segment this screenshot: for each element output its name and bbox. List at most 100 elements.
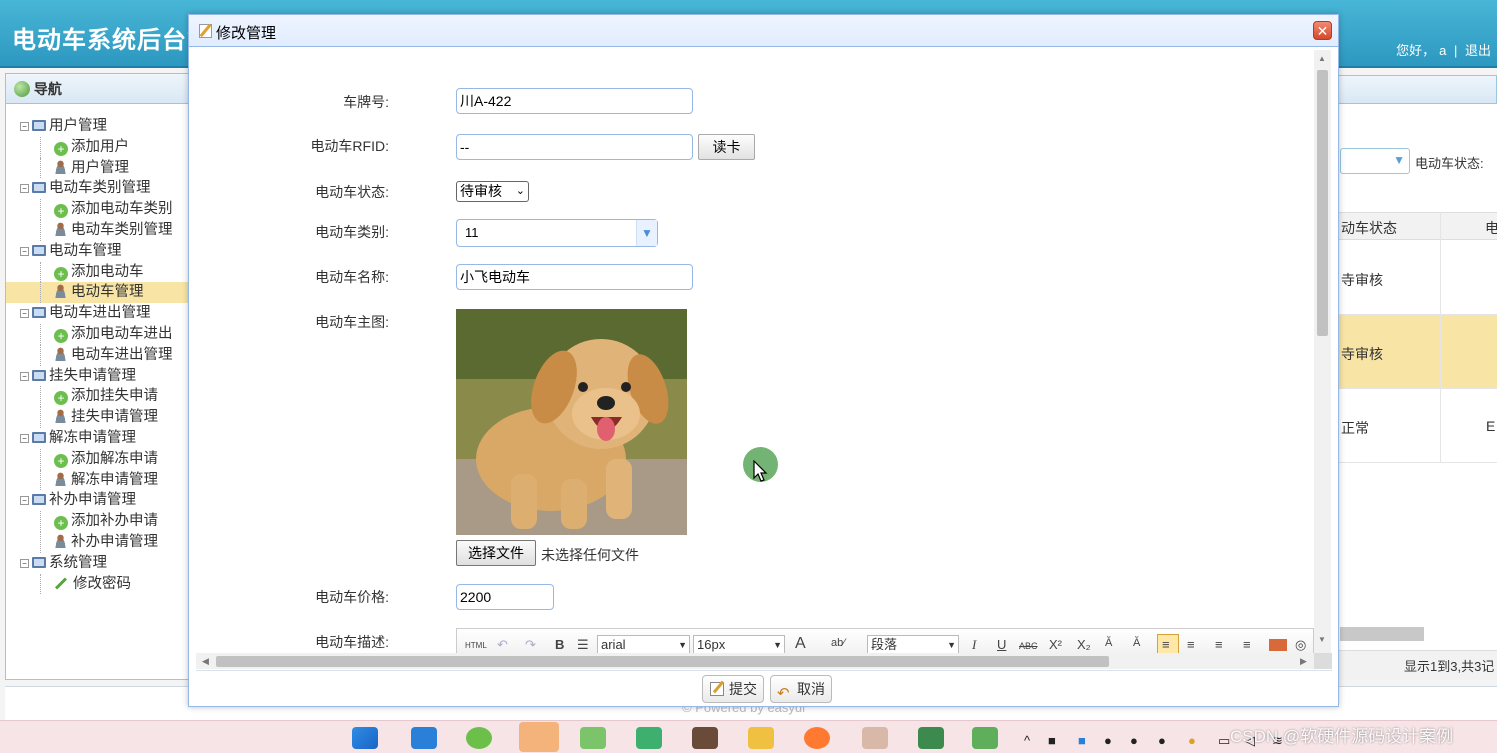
chevron-down-icon[interactable]: ▼ [636, 220, 657, 246]
nav-item[interactable]: 挂失申请管理 [6, 407, 188, 428]
scroll-up-icon[interactable]: ▲ [1318, 54, 1326, 63]
strikethrough-button[interactable]: ABC [1019, 641, 1038, 651]
price-input[interactable]: 2200 [456, 584, 554, 610]
tray-icon[interactable]: ■ [1078, 733, 1086, 748]
nav-item[interactable]: + 添加挂失申请 [6, 386, 188, 408]
font-color-button[interactable]: A [795, 635, 806, 653]
collapse-toggle-icon[interactable]: − [20, 309, 29, 319]
vertical-scroll-thumb[interactable] [1317, 70, 1328, 336]
scroll-right-icon[interactable]: ▶ [1300, 656, 1307, 667]
italic-button[interactable]: I [972, 637, 976, 653]
nav-item[interactable]: + 添加用户 [6, 136, 188, 158]
font-larger-icon[interactable]: Ă [1133, 637, 1140, 649]
app-icon[interactable] [862, 727, 888, 749]
nav-item[interactable]: 用户管理 [6, 157, 188, 179]
nav-item-label: 补办申请管理 [71, 533, 158, 550]
close-icon[interactable]: ✕ [1313, 21, 1332, 40]
app-icon[interactable] [411, 727, 437, 749]
nav-item[interactable]: + 添加补办申请 [6, 511, 188, 532]
name-input[interactable]: 小飞电动车 [456, 264, 693, 290]
nav-group[interactable]: − 补办申请管理 [6, 490, 188, 511]
plate-input[interactable]: 川A-422 [456, 88, 693, 114]
logout-link[interactable]: 退出 [1465, 43, 1491, 58]
app-icon[interactable] [972, 727, 998, 749]
nav-item[interactable]: 解冻申请管理 [6, 469, 188, 491]
filter-select[interactable]: ▼ [1340, 148, 1410, 174]
tray-icon[interactable]: ● [1188, 733, 1196, 748]
scroll-down-icon[interactable]: ▼ [1318, 635, 1326, 644]
align-center-icon[interactable]: ≡ [1187, 637, 1195, 652]
choose-file-button[interactable]: 选择文件 [456, 540, 536, 566]
vertical-scrollbar[interactable]: ▲ ▼ [1314, 50, 1331, 653]
nav-item[interactable]: + 添加电动车 [6, 261, 188, 283]
bold-button[interactable]: B [555, 637, 564, 652]
nav-group[interactable]: − 解冻申请管理 [6, 428, 188, 449]
firefox-icon[interactable] [804, 727, 830, 749]
qq-icon[interactable]: ● [1130, 733, 1138, 748]
horizontal-scrollbar[interactable]: ◀ ▶ [196, 653, 1314, 669]
collapse-toggle-icon[interactable]: − [20, 371, 29, 381]
nav-group[interactable]: − 电动车管理 [6, 241, 188, 262]
nav-item[interactable]: 电动车进出管理 [6, 344, 188, 366]
nav-group[interactable]: − 用户管理 [6, 116, 188, 137]
align-justify-icon[interactable]: ≡ [1243, 637, 1251, 652]
nav-item[interactable]: 补办申请管理 [6, 531, 188, 553]
image-icon[interactable] [1269, 639, 1287, 651]
highlight-icon[interactable]: ab⁄ [831, 637, 845, 649]
tray-icon[interactable]: ■ [1048, 733, 1056, 748]
font-smaller-icon[interactable]: Ă [1105, 637, 1112, 649]
app-icon[interactable] [692, 727, 718, 749]
font-size-select[interactable]: 16px ▼ [693, 635, 785, 655]
collapse-toggle-icon[interactable]: − [20, 433, 29, 443]
font-family-select[interactable]: arial ▼ [597, 635, 690, 655]
column-header-status[interactable]: 动车状态 [1341, 218, 1397, 238]
rfid-input[interactable]: -- [456, 134, 693, 160]
app-icon[interactable] [918, 727, 944, 749]
app-icon[interactable] [636, 727, 662, 749]
superscript-button[interactable]: X² [1049, 637, 1062, 652]
nav-item[interactable]: 电动车类别管理 [6, 219, 188, 241]
collapse-toggle-icon[interactable]: − [20, 122, 29, 131]
nav-item[interactable]: + 添加电动车类别 [6, 199, 188, 220]
category-combobox[interactable]: 11 ▼ [456, 219, 658, 247]
qq-icon[interactable]: ● [1104, 733, 1112, 748]
nav-item[interactable]: + 添加解冻申请 [6, 448, 188, 470]
horizontal-scrollbar-thumb[interactable] [1340, 627, 1424, 641]
collapse-toggle-icon[interactable]: − [20, 246, 29, 256]
nav-group[interactable]: − 电动车类别管理 [6, 178, 188, 199]
cancel-button[interactable]: ↶ 取消 [770, 675, 832, 703]
battery-icon[interactable]: ▭ [1218, 733, 1230, 749]
collapse-toggle-icon[interactable]: − [20, 184, 29, 194]
nav-item[interactable]: 修改密码 [6, 573, 188, 595]
nav-item[interactable]: 电动车管理 [6, 282, 188, 304]
status-select[interactable]: 待审核 ⌄ [456, 181, 529, 202]
more-icon[interactable]: ◎ [1295, 637, 1306, 653]
nav-group[interactable]: − 挂失申请管理 [6, 366, 188, 387]
align-right-icon[interactable]: ≡ [1215, 637, 1223, 652]
browser-icon[interactable] [466, 727, 492, 749]
dialog-titlebar[interactable]: 修改管理 ✕ [189, 15, 1338, 47]
collapse-toggle-icon[interactable]: − [20, 558, 29, 568]
folder-icon[interactable] [748, 727, 774, 749]
redo-icon[interactable]: ↷ [525, 637, 536, 653]
read-card-button[interactable]: 读卡 [698, 134, 755, 160]
nav-group[interactable]: − 电动车进出管理 [6, 303, 188, 324]
underline-button[interactable]: U [997, 637, 1006, 652]
nav-group[interactable]: − 系统管理 [6, 553, 188, 574]
undo-icon[interactable]: ↶ [497, 637, 508, 653]
collapse-toggle-icon[interactable]: − [20, 496, 29, 506]
active-app-icon[interactable] [519, 722, 559, 752]
format-icon[interactable]: ☰ [577, 637, 589, 653]
paragraph-select[interactable]: 段落 ▼ [867, 635, 959, 655]
subscript-button[interactable]: X₂ [1077, 637, 1091, 652]
submit-button[interactable]: 提交 [702, 675, 764, 703]
windows-start-icon[interactable] [352, 727, 378, 749]
scroll-left-icon[interactable]: ◀ [202, 656, 209, 667]
column-header-next[interactable]: 电 [1485, 218, 1497, 238]
horizontal-scroll-thumb[interactable] [216, 656, 1109, 667]
app-icon[interactable] [580, 727, 606, 749]
nav-item[interactable]: + 添加电动车进出 [6, 323, 188, 345]
html-source-button[interactable]: HTML [465, 641, 487, 650]
chevron-up-icon[interactable]: ^ [1024, 733, 1030, 748]
qq-icon[interactable]: ● [1158, 733, 1166, 748]
